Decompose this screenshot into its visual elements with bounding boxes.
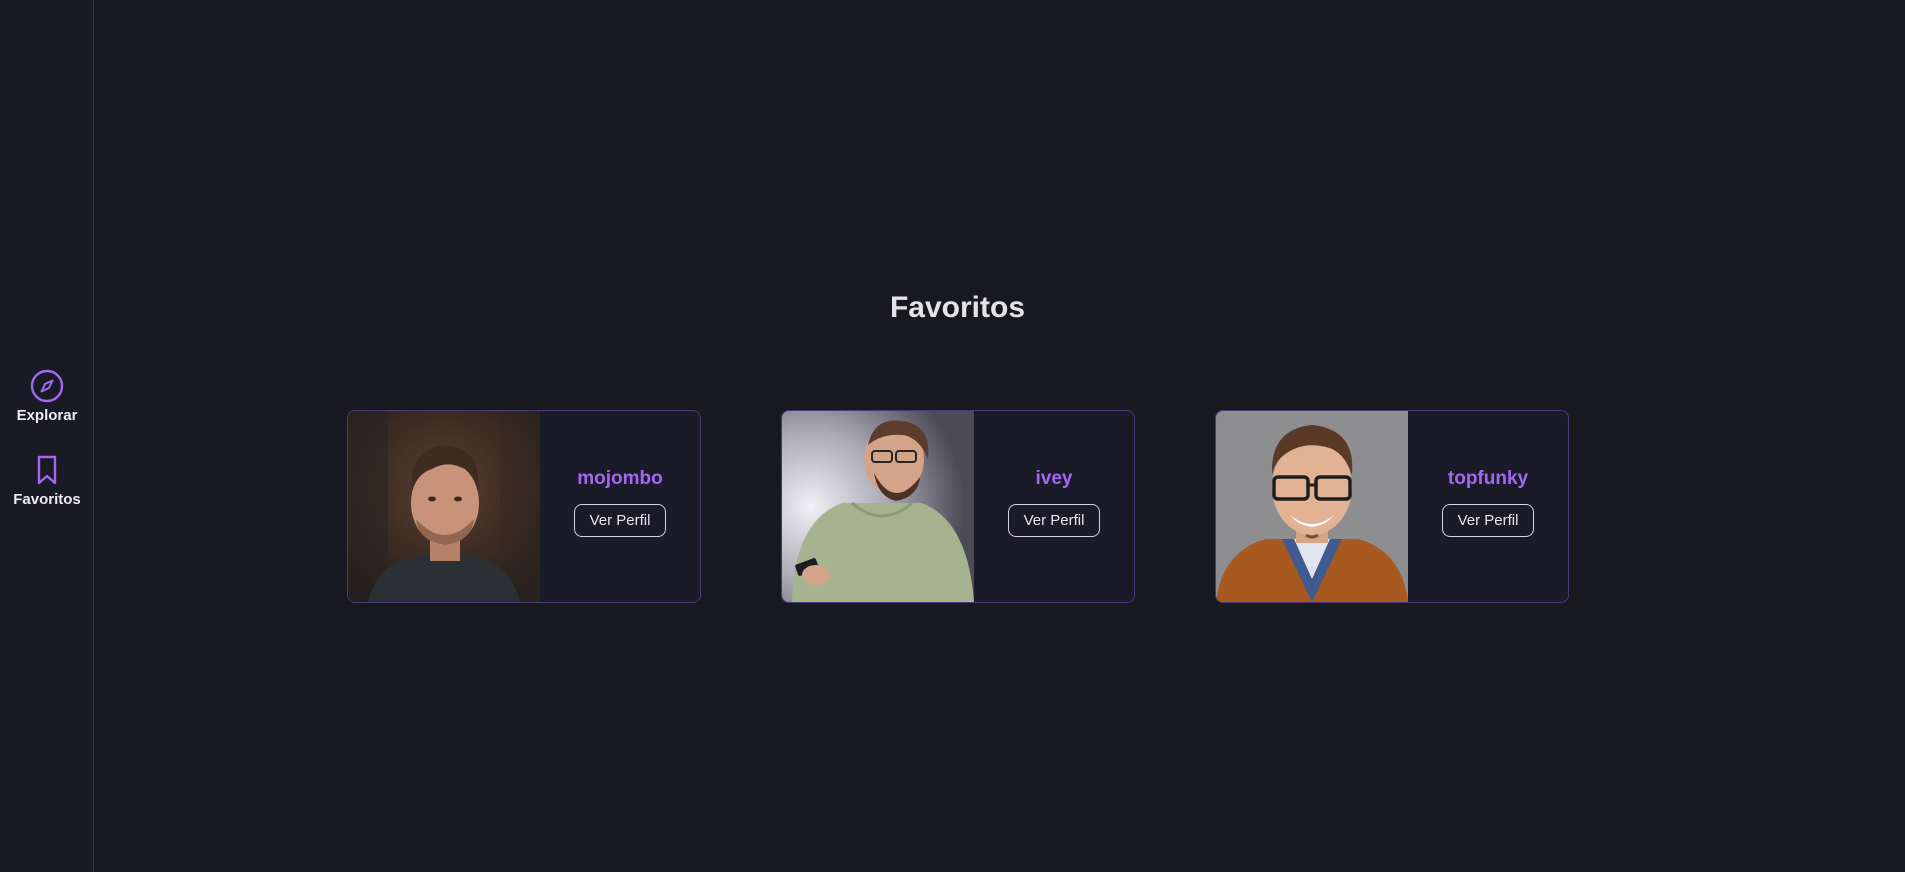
card-info: mojombo Ver Perfil bbox=[540, 411, 700, 602]
favorite-card: ivey Ver Perfil bbox=[781, 410, 1135, 603]
favorite-card: mojombo Ver Perfil bbox=[347, 410, 701, 603]
view-profile-button[interactable]: Ver Perfil bbox=[573, 504, 667, 537]
sidebar-item-explorar[interactable]: Explorar bbox=[0, 369, 94, 424]
avatar bbox=[782, 411, 974, 602]
view-profile-button[interactable]: Ver Perfil bbox=[1007, 504, 1101, 537]
sidebar: Explorar Favoritos bbox=[0, 0, 94, 872]
main-content: Favoritos mojombo Ver Perfil ivey Ver Pe… bbox=[94, 0, 1905, 872]
view-profile-button[interactable]: Ver Perfil bbox=[1441, 504, 1535, 537]
sidebar-item-label: Explorar bbox=[16, 407, 78, 424]
favorite-card: topfunky Ver Perfil bbox=[1215, 410, 1569, 603]
card-username: topfunky bbox=[1447, 468, 1529, 489]
card-username: ivey bbox=[1035, 468, 1073, 489]
sidebar-item-favoritos[interactable]: Favoritos bbox=[0, 453, 94, 508]
card-info: topfunky Ver Perfil bbox=[1408, 411, 1568, 602]
page-title: Favoritos bbox=[889, 291, 1026, 324]
card-info: ivey Ver Perfil bbox=[974, 411, 1134, 602]
avatar bbox=[348, 411, 540, 602]
avatar bbox=[1216, 411, 1408, 602]
compass-icon bbox=[30, 369, 64, 403]
card-username: mojombo bbox=[577, 468, 663, 489]
bookmark-icon bbox=[30, 453, 64, 487]
sidebar-item-label: Favoritos bbox=[13, 491, 81, 508]
